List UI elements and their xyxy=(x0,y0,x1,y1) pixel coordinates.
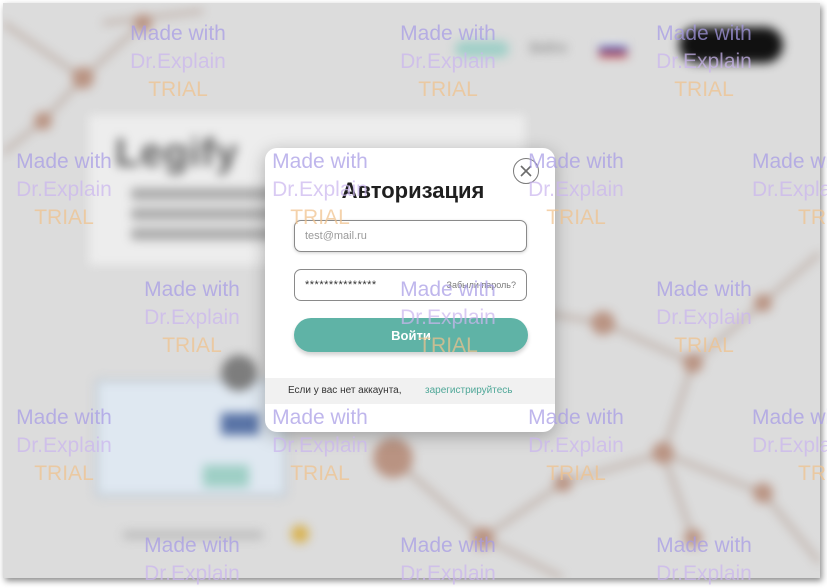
no-account-text: Если у вас нет аккаунта, xyxy=(288,385,402,396)
email-input[interactable] xyxy=(295,221,526,251)
password-input[interactable] xyxy=(295,270,435,300)
close-icon xyxy=(520,165,532,177)
mockup-block xyxy=(221,413,259,435)
hero-text-line xyxy=(131,228,281,240)
avatar xyxy=(221,355,257,391)
password-field[interactable]: Забыли пароль? xyxy=(294,269,527,301)
brand-logo: Legify xyxy=(115,131,239,175)
mockup-block xyxy=(203,465,249,487)
coin-icon xyxy=(291,525,309,543)
header-cta-button xyxy=(679,27,783,63)
modal-title: Авторизация xyxy=(341,178,485,203)
nav-login-link: Войти xyxy=(530,40,567,55)
nav-pill xyxy=(455,41,509,57)
footer-text-line xyxy=(123,531,263,539)
login-button[interactable]: Войти xyxy=(294,318,528,352)
register-link[interactable]: зарегистрируйтесь xyxy=(425,378,513,404)
language-flag-icon xyxy=(599,41,627,57)
login-modal: Авторизация Забыли пароль? Войти Если у … xyxy=(265,148,555,432)
device-mockup xyxy=(95,379,287,497)
forgot-password-link[interactable]: Забыли пароль? xyxy=(447,280,516,290)
email-field[interactable] xyxy=(294,220,527,252)
modal-footer: Если у вас нет аккаунта, зарегистрируйте… xyxy=(265,378,555,404)
